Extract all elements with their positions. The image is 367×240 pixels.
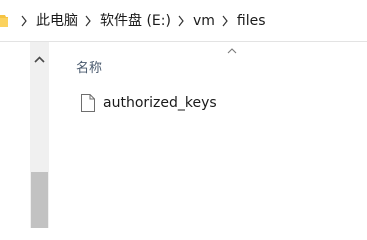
- document-icon: [81, 94, 95, 112]
- breadcrumb-item-this-pc[interactable]: 此电脑: [36, 0, 78, 42]
- column-header-name[interactable]: 名称: [76, 57, 102, 76]
- file-name: authorized_keys: [103, 95, 217, 111]
- breadcrumb-item-vm[interactable]: vm: [193, 0, 215, 42]
- chevron-right-icon[interactable]: [18, 0, 30, 42]
- address-bar[interactable]: 此电脑 软件盘 (E:) vm files: [0, 0, 367, 42]
- chevron-right-icon[interactable]: [82, 0, 94, 42]
- list-item[interactable]: authorized_keys: [76, 90, 217, 116]
- vertical-scrollbar[interactable]: [30, 42, 49, 228]
- breadcrumb-item-files[interactable]: files: [237, 0, 266, 42]
- breadcrumb-item-drive-e[interactable]: 软件盘 (E:): [100, 0, 171, 42]
- chevron-up-icon[interactable]: [30, 52, 49, 68]
- scrollbar-thumb[interactable]: [31, 172, 48, 228]
- chevron-right-icon[interactable]: [175, 0, 187, 42]
- folder-icon: [0, 15, 8, 27]
- breadcrumb: 此电脑 软件盘 (E:) vm files: [14, 0, 266, 42]
- chevron-up-icon: [227, 48, 237, 54]
- file-explorer: 此电脑 软件盘 (E:) vm files 名称 authorized_keys: [0, 0, 367, 228]
- chevron-right-icon[interactable]: [219, 0, 231, 42]
